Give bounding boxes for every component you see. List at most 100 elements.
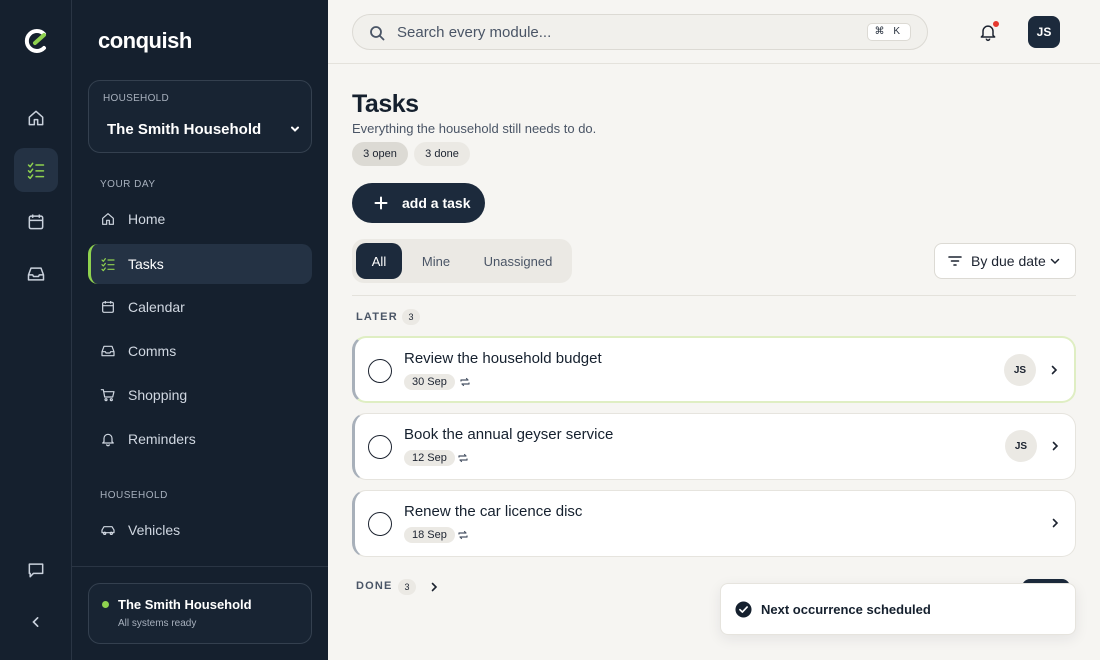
household-select[interactable]: HOUSEHOLD The Smith Household	[88, 80, 312, 153]
app-logo-icon[interactable]	[23, 28, 49, 54]
page-title: Tasks	[352, 90, 419, 118]
tab-mine[interactable]: Mine	[406, 243, 466, 279]
calendar-icon	[102, 301, 114, 313]
sidebar-item-vehicles[interactable]: Vehicles	[88, 510, 312, 550]
status-subtitle: All systems ready	[118, 618, 197, 629]
search-icon	[370, 26, 385, 41]
tab-all[interactable]: All	[356, 243, 402, 279]
task-checkbox[interactable]	[368, 512, 392, 536]
sidebar-item-label: Reminders	[128, 431, 196, 447]
bell-icon	[102, 433, 114, 447]
section-label-your-day: YOUR DAY	[100, 179, 156, 190]
add-task-label: add a task	[402, 195, 471, 211]
assignee-avatar: JS	[1004, 354, 1036, 386]
due-date-badge: 12 Sep	[404, 450, 455, 466]
chevron-right-icon[interactable]	[1048, 364, 1060, 376]
filter-tabs: All Mine Unassigned	[352, 239, 572, 283]
chevron-right-icon[interactable]	[1049, 517, 1061, 529]
sidebar-item-label: Calendar	[128, 299, 185, 315]
open-count-chip[interactable]: 3 open	[352, 142, 408, 166]
sidebar-item-home[interactable]: Home	[88, 199, 312, 239]
inbox-icon	[101, 345, 115, 357]
task-name: Renew the car licence disc	[404, 503, 583, 520]
check-circle-icon	[735, 601, 752, 618]
user-avatar[interactable]: JS	[1028, 16, 1060, 48]
household-status-card[interactable]: The Smith Household All systems ready	[88, 583, 312, 644]
repeat-icon	[458, 453, 468, 463]
task-name: Review the household budget	[404, 350, 602, 367]
plus-icon	[374, 196, 388, 210]
sort-label: By due date	[971, 253, 1046, 269]
rail-inbox-button[interactable]	[14, 252, 58, 296]
notification-dot	[992, 20, 1000, 28]
home-icon	[28, 110, 44, 126]
chevron-right-icon[interactable]	[428, 581, 440, 593]
repeat-icon	[458, 530, 468, 540]
status-dot	[102, 601, 109, 608]
toast-message: Next occurrence scheduled	[761, 602, 931, 617]
task-row[interactable]: Review the household budget 30 Sep JS	[352, 336, 1076, 403]
search-shortcut-badge: ⌘ K	[866, 23, 911, 41]
toast-notification[interactable]: Next occurrence scheduled	[720, 583, 1076, 635]
sidebar-item-shopping[interactable]: Shopping	[88, 375, 312, 415]
search-placeholder: Search every module...	[397, 24, 552, 41]
car-icon	[101, 526, 115, 535]
chevron-down-icon	[291, 126, 299, 132]
chevron-left-icon	[32, 617, 39, 627]
sidebar-item-tasks[interactable]: Tasks	[88, 244, 312, 284]
repeat-icon	[460, 377, 470, 387]
rail-calendar-button[interactable]	[14, 200, 58, 244]
topbar: Search every module... ⌘ K JS	[328, 0, 1100, 64]
task-checkbox[interactable]	[368, 435, 392, 459]
task-name: Book the annual geyser service	[404, 426, 614, 443]
sidebar-item-reminders[interactable]: Reminders	[88, 419, 312, 459]
brand-name[interactable]: conquish	[98, 28, 192, 54]
group-count-done: 3	[398, 579, 416, 595]
group-label-later: LATER	[356, 311, 398, 323]
status-title: The Smith Household	[118, 597, 252, 612]
due-date-badge: 18 Sep	[404, 527, 455, 543]
icon-rail	[0, 0, 72, 660]
chevron-down-icon	[1050, 258, 1059, 265]
task-checkbox[interactable]	[368, 359, 392, 383]
divider	[352, 295, 1076, 296]
calendar-icon	[28, 214, 44, 230]
home-icon	[102, 213, 114, 225]
rail-chat-button[interactable]	[14, 548, 58, 592]
filter-icon	[948, 256, 962, 266]
tasks-icon	[27, 162, 45, 180]
group-label-done[interactable]: DONE	[356, 580, 393, 592]
sidebar-item-label: Home	[128, 211, 166, 227]
household-select-value: The Smith Household	[107, 121, 262, 138]
group-count-later: 3	[402, 309, 420, 325]
rail-collapse-button[interactable]	[14, 600, 58, 644]
tab-unassigned[interactable]: Unassigned	[470, 243, 566, 279]
sidebar-item-calendar[interactable]: Calendar	[88, 287, 312, 327]
rail-tasks-button[interactable]	[14, 148, 58, 192]
household-select-label: HOUSEHOLD	[103, 93, 170, 104]
cart-icon	[100, 389, 115, 402]
sidebar-item-label: Shopping	[128, 387, 188, 403]
chat-icon	[28, 563, 44, 578]
done-count-chip[interactable]: 3 done	[414, 142, 470, 166]
due-date-badge: 30 Sep	[404, 374, 455, 390]
add-task-button[interactable]: add a task	[352, 183, 485, 223]
task-row[interactable]: Renew the car licence disc 18 Sep	[352, 490, 1076, 557]
sidebar-item-label: Tasks	[128, 256, 164, 272]
search-input[interactable]: Search every module... ⌘ K	[352, 14, 928, 50]
sidebar-item-label: Vehicles	[128, 522, 181, 538]
chevron-right-icon[interactable]	[1049, 440, 1061, 452]
sidebar-item-label: Comms	[128, 343, 177, 359]
task-row[interactable]: Book the annual geyser service 12 Sep JS	[352, 413, 1076, 480]
sidebar: conquish HOUSEHOLD The Smith Household Y…	[72, 0, 328, 660]
assignee-avatar: JS	[1005, 430, 1037, 462]
sort-dropdown[interactable]: By due date	[934, 243, 1076, 279]
page-subtitle: Everything the household still needs to …	[352, 121, 597, 136]
rail-home-button[interactable]	[14, 96, 58, 140]
inbox-icon	[27, 267, 45, 281]
checklist-icon	[101, 258, 115, 272]
main-content: Tasks Everything the household still nee…	[352, 64, 1076, 660]
section-label-household: HOUSEHOLD	[100, 490, 168, 501]
sidebar-item-comms[interactable]: Comms	[88, 331, 312, 371]
sidebar-divider	[72, 566, 328, 567]
